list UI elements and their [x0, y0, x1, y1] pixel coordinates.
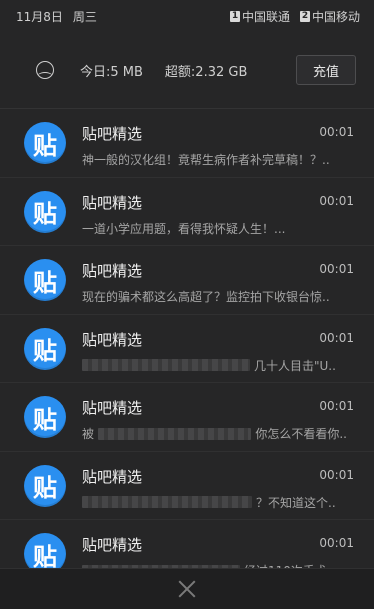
- notification-summary-row: 被 你怎么不看看你..: [82, 425, 347, 442]
- notification-time: 00:01: [319, 193, 354, 208]
- notification-item[interactable]: 贴 贴吧精选 00:01 一道小学应用题，看得我怀疑人生！...: [0, 178, 374, 246]
- notification-time: 00:01: [319, 467, 354, 482]
- notification-summary: 一道小学应用题，看得我怀疑人生！...: [82, 221, 286, 236]
- notification-title: 贴吧精选: [82, 125, 143, 143]
- tieba-icon: 贴: [24, 327, 66, 370]
- recharge-button[interactable]: 充值: [296, 55, 356, 85]
- tieba-icon: 贴: [24, 122, 66, 164]
- status-weekday: 周三: [72, 9, 97, 24]
- notification-time: 00:01: [319, 330, 354, 345]
- sim1-carrier: 中国联通: [241, 9, 290, 24]
- notification-title: 贴吧精选: [82, 536, 143, 554]
- notification-summary-prefix: 被: [82, 427, 95, 441]
- redacted-text: [98, 427, 252, 440]
- notification-summary: 你怎么不看看你..: [255, 427, 347, 441]
- notification-summary-row: 几十人目击"U..: [82, 357, 347, 374]
- sim1-icon: 1: [229, 10, 240, 22]
- notification-title: 贴吧精选: [82, 262, 143, 280]
- notification-item[interactable]: 贴 贴吧精选 00:01 现在的骗术都这么高超了？监控拍下收银台惊..: [0, 246, 374, 315]
- notification-title: 贴吧精选: [82, 467, 143, 486]
- notification-title: 贴吧精选: [82, 330, 143, 349]
- tieba-icon: 贴: [24, 464, 66, 507]
- notification-list: 贴 贴吧精选 00:01 神一般的汉化组！竟帮生病作者补完草稿！？.. 贴 贴吧…: [0, 109, 374, 589]
- notification-summary: 几十人目击"U..: [254, 358, 336, 373]
- tieba-icon: 贴: [24, 190, 66, 233]
- status-bar: 11月8日 周三 1 中国联通 2 中国移动: [0, 0, 374, 32]
- notification-item[interactable]: 贴 贴吧精选 00:01 几十人目击"U..: [0, 315, 374, 383]
- bottom-bar: [0, 568, 374, 609]
- sim2-carrier: 中国移动: [311, 9, 360, 24]
- status-date: 11月8日: [16, 9, 63, 24]
- status-date-group: 11月8日 周三: [16, 8, 97, 25]
- notification-time: 00:01: [319, 125, 354, 139]
- notification-summary: 现在的骗术都这么高超了？监控拍下收银台惊..: [82, 290, 330, 304]
- redacted-text: [82, 359, 250, 371]
- notification-summary-row: ？不知道这个..: [82, 494, 347, 511]
- notification-summary: 神一般的汉化组！竟帮生病作者补完草稿！？..: [82, 153, 330, 167]
- notification-title: 贴吧精选: [82, 399, 143, 417]
- notification-item[interactable]: 贴 贴吧精选 00:01 被 你怎么不看看你..: [0, 383, 374, 452]
- notification-time: 00:01: [319, 262, 354, 276]
- notification-time: 00:01: [319, 536, 354, 550]
- sim2-icon: 2: [299, 10, 310, 22]
- notification-time: 00:01: [319, 399, 354, 413]
- usage-today: 今日:5 MB: [80, 64, 143, 80]
- status-carriers: 1 中国联通 2 中国移动: [229, 8, 360, 25]
- tieba-icon: 贴: [24, 396, 66, 438]
- tieba-icon: 贴: [24, 259, 66, 301]
- notification-item[interactable]: 贴 贴吧精选 00:01 ？不知道这个..: [0, 452, 374, 520]
- moon-icon: [36, 61, 54, 79]
- close-icon[interactable]: [176, 578, 198, 600]
- redacted-text: [82, 496, 252, 508]
- data-usage-bar: 今日:5 MB 超额:2.32 GB 充值: [0, 32, 374, 109]
- notification-title: 贴吧精选: [82, 193, 143, 212]
- sim2-indicator: 2 中国移动: [299, 8, 360, 25]
- notification-summary: ？不知道这个..: [256, 495, 336, 510]
- usage-extra: 超额:2.32 GB: [164, 64, 248, 80]
- notification-item[interactable]: 贴 贴吧精选 00:01 神一般的汉化组！竟帮生病作者补完草稿！？..: [0, 109, 374, 178]
- sim1-indicator: 1 中国联通: [229, 8, 290, 25]
